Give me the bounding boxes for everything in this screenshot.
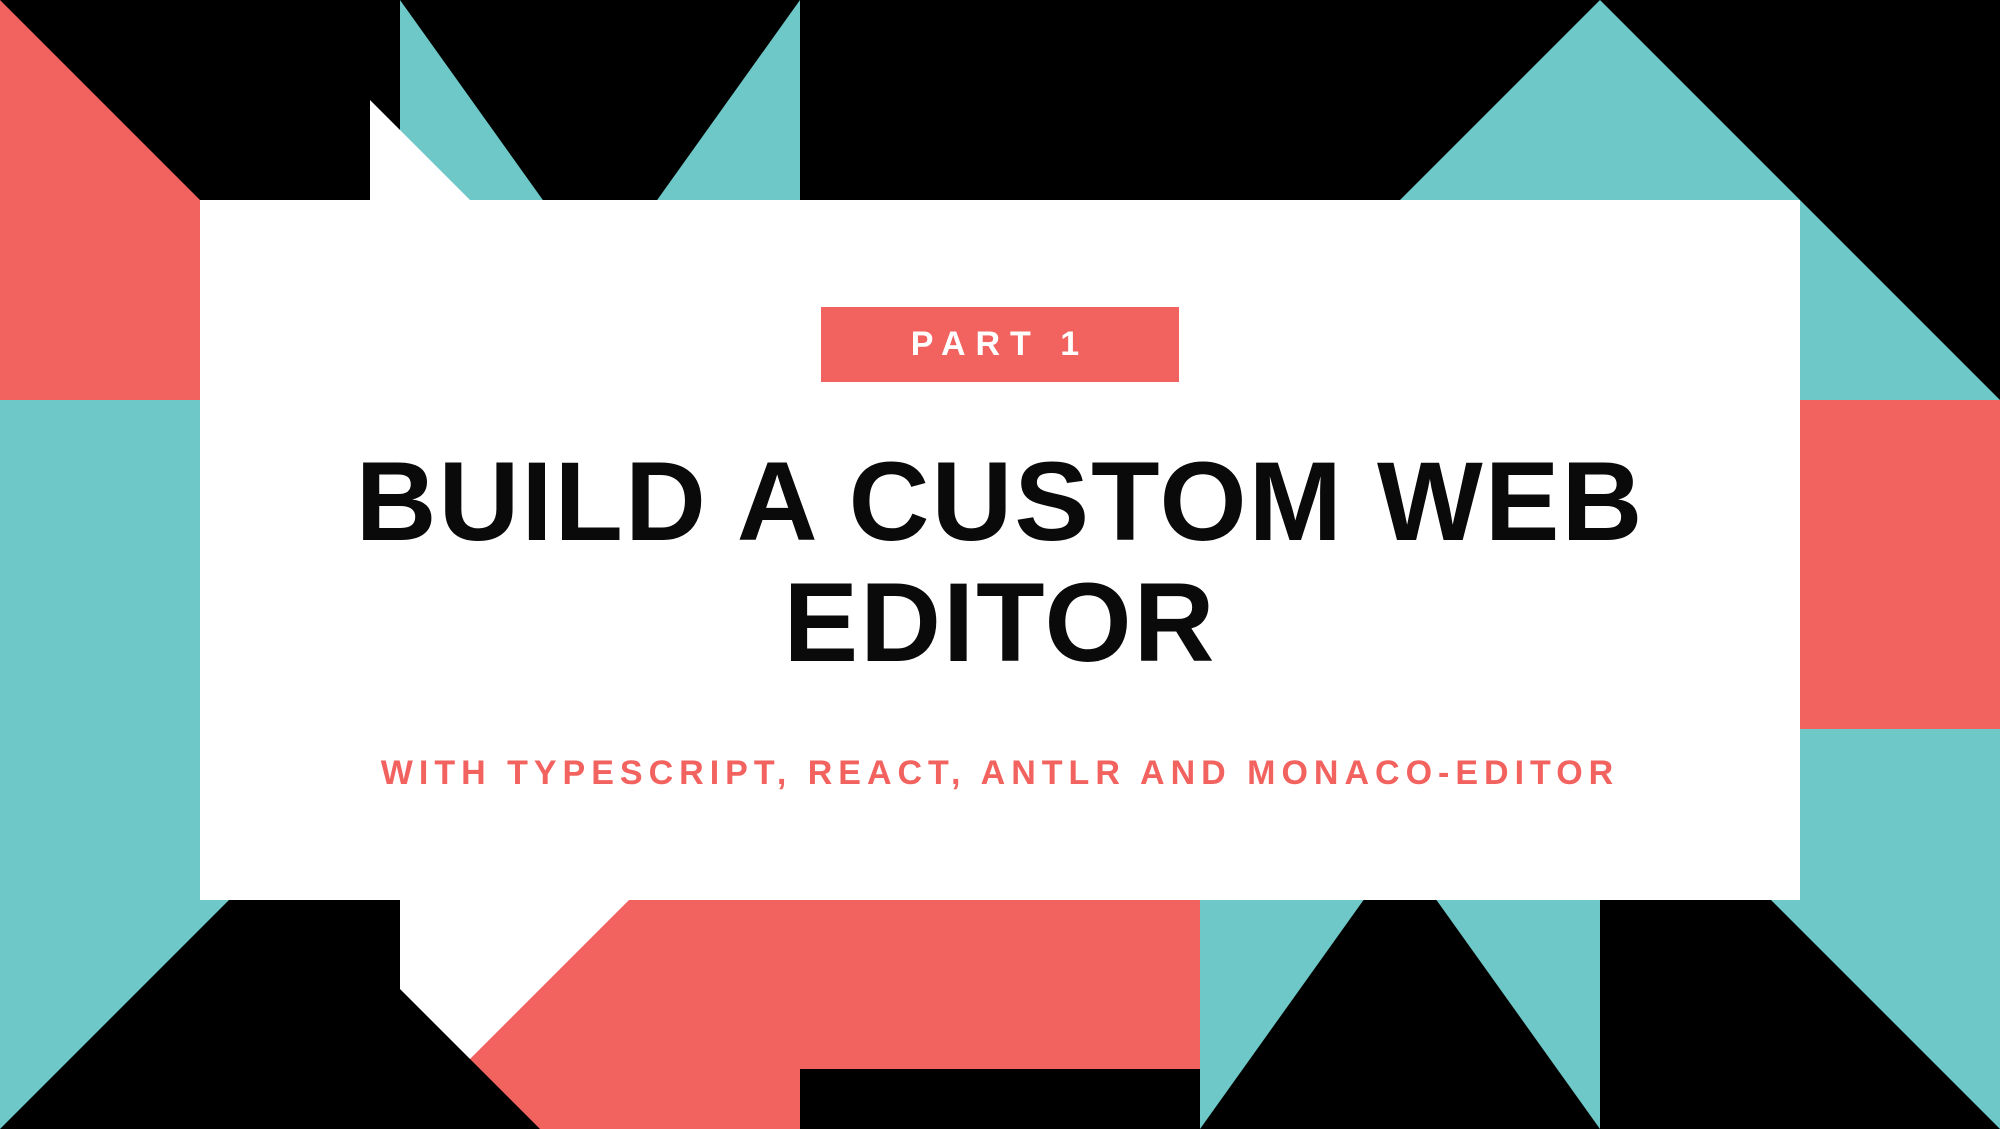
subtitle: WITH TYPESCRIPT, REACT, ANTLR AND MONACO…: [381, 754, 1619, 793]
part-badge: PART 1: [821, 307, 1179, 382]
hero-banner: PART 1 BUILD A CUSTOM WEB EDITOR WITH TY…: [0, 0, 2000, 1129]
main-title: BUILD A CUSTOM WEB EDITOR: [280, 442, 1720, 684]
content-card: PART 1 BUILD A CUSTOM WEB EDITOR WITH TY…: [200, 200, 1800, 900]
